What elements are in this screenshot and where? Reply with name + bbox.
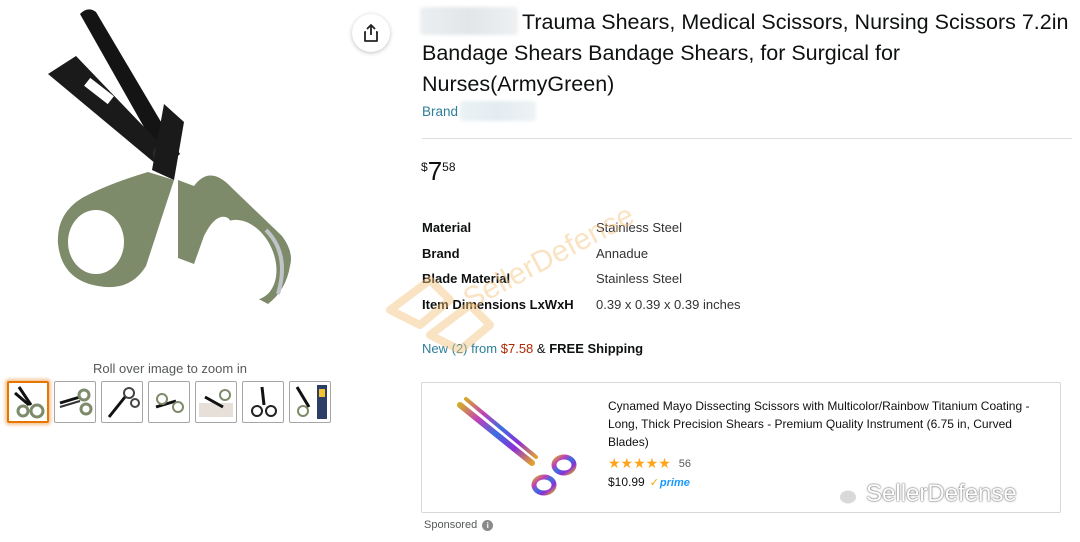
offer-price[interactable]: $7.58 bbox=[501, 341, 534, 356]
product-title: Trauma Shears, Medical Scissors, Nursing… bbox=[422, 10, 1069, 96]
thumbnail-2[interactable] bbox=[54, 381, 96, 423]
ad-product-image[interactable] bbox=[452, 393, 582, 503]
offer-amp: & bbox=[536, 341, 546, 356]
price: $ 7 58 bbox=[421, 156, 456, 186]
redacted-brand-name bbox=[460, 101, 537, 121]
info-icon[interactable]: i bbox=[482, 519, 494, 531]
product-specs-table: Material Stainless Steel Brand Annadue B… bbox=[422, 215, 741, 317]
thumbnail-6[interactable] bbox=[242, 381, 284, 423]
spec-row: Item Dimensions LxWxH 0.39 x 0.39 x 0.39… bbox=[422, 292, 741, 318]
prime-check-icon: ✓ bbox=[649, 476, 659, 489]
brand-label: Brand bbox=[422, 103, 459, 119]
spec-value: Stainless Steel bbox=[596, 271, 682, 287]
other-offers: New (2) from $7.58 & FREE Shipping bbox=[422, 341, 643, 356]
spec-row: Blade Material Stainless Steel bbox=[422, 266, 741, 292]
new-offers-link[interactable]: New (2) from bbox=[422, 341, 497, 356]
main-product-image[interactable] bbox=[28, 4, 328, 356]
share-icon bbox=[364, 24, 378, 42]
ad-price-row: $10.99 ✓prime bbox=[608, 475, 690, 489]
free-shipping: FREE Shipping bbox=[549, 341, 644, 356]
ad-price: $10.99 bbox=[608, 475, 645, 489]
spec-key: Material bbox=[422, 220, 472, 236]
ad-rating[interactable]: ★★★★★ 56 bbox=[608, 455, 691, 472]
prime-label: prime bbox=[659, 476, 690, 489]
review-count[interactable]: 56 bbox=[679, 458, 691, 470]
spec-value: Stainless Steel bbox=[596, 220, 682, 236]
spec-row: Material Stainless Steel bbox=[422, 215, 741, 241]
prime-badge-icon: ✓prime bbox=[650, 476, 690, 489]
spec-key: Brand bbox=[422, 245, 460, 261]
spec-key: Item Dimensions LxWxH bbox=[422, 296, 574, 312]
share-button[interactable] bbox=[352, 14, 390, 52]
zoom-hint: Roll over image to zoom in bbox=[93, 361, 247, 376]
thumbnail-3[interactable] bbox=[101, 381, 143, 423]
spec-value: 0.39 x 0.39 x 0.39 inches bbox=[596, 296, 741, 312]
divider bbox=[422, 138, 1072, 139]
price-symbol: $ bbox=[421, 160, 428, 174]
thumbnail-4[interactable] bbox=[148, 381, 190, 423]
spec-row: Brand Annadue bbox=[422, 241, 741, 267]
sponsored-text: Sponsored bbox=[424, 519, 478, 531]
thumbnail-strip bbox=[7, 381, 331, 423]
brand-link[interactable]: Brand bbox=[422, 101, 537, 121]
sponsored-ad-card[interactable]: Cynamed Mayo Dissecting Scissors with Mu… bbox=[421, 382, 1061, 513]
spec-value: Annadue bbox=[596, 245, 649, 261]
ad-title[interactable]: Cynamed Mayo Dissecting Scissors with Mu… bbox=[608, 397, 1048, 451]
thumbnail-1[interactable] bbox=[7, 381, 49, 423]
price-fraction: 58 bbox=[442, 160, 456, 174]
spec-key: Blade Material bbox=[422, 271, 511, 287]
star-rating-icon: ★★★★★ bbox=[608, 455, 671, 471]
sponsored-label: Sponsored i bbox=[424, 519, 494, 531]
thumbnail-5[interactable] bbox=[195, 381, 237, 423]
price-whole: 7 bbox=[427, 156, 443, 186]
thumbnail-7[interactable] bbox=[289, 381, 331, 423]
